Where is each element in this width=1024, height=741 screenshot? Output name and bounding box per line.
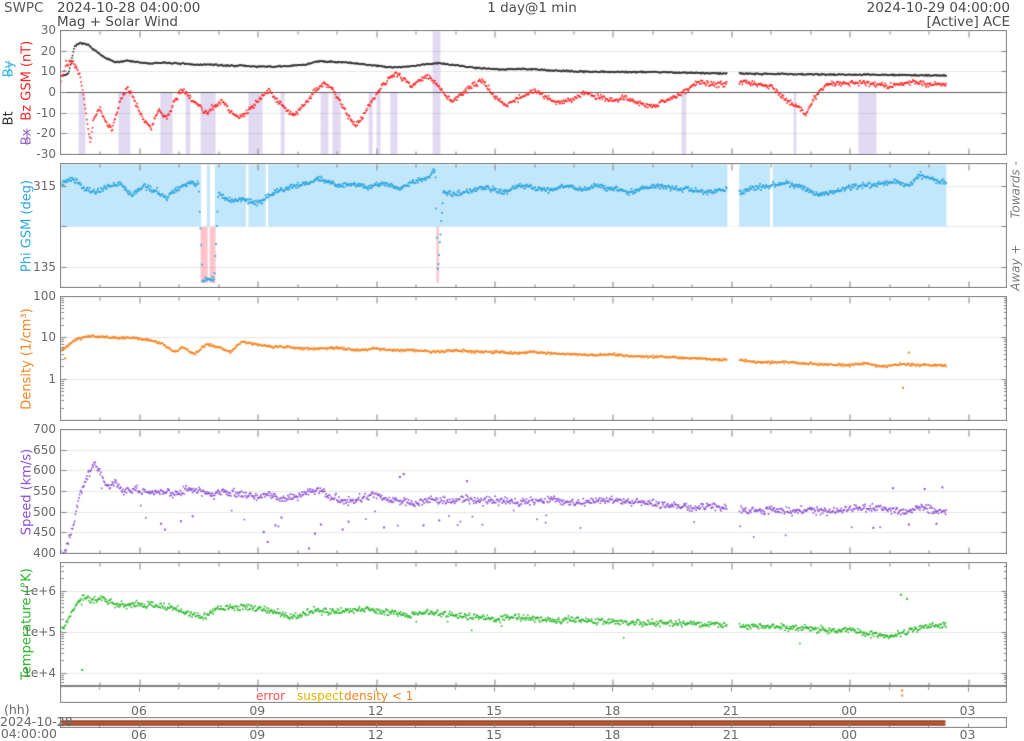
legend-suspect: suspect	[297, 689, 344, 703]
hour-label: 12	[367, 703, 384, 718]
hour-label: 09	[249, 727, 266, 741]
speed-canvas	[60, 429, 1007, 554]
hour-label: 15	[486, 727, 502, 741]
speed-panel	[60, 429, 1007, 554]
speed-axis-label-part: Speed (km/s)	[19, 448, 35, 535]
hour-label: 06	[130, 727, 147, 741]
hour-label: 00	[841, 703, 858, 718]
status-strip	[60, 717, 1007, 728]
mag-axis-label-part: Bz GSM (nT)	[19, 40, 35, 121]
hour-label: 00	[841, 727, 858, 741]
mag-ytick-label: -30	[36, 147, 56, 161]
density-axis-label: Density (1/cm³)	[19, 307, 35, 410]
hour-label: 15	[486, 703, 502, 718]
mag-axis-label-part: By	[1, 60, 17, 77]
mag-axis-label-part: Bx	[19, 128, 35, 145]
hour-label: 03	[959, 703, 976, 718]
sector-direction-text: Away +	[1008, 243, 1023, 291]
status-strip-canvas	[60, 717, 1007, 728]
mag-panel	[60, 30, 1007, 155]
density-axis-label-part: Density (1/cm³)	[19, 307, 35, 410]
footer-start-time: 04:00:00	[0, 726, 57, 741]
legend-density-lt1: density < 1	[344, 689, 414, 703]
temperature-axis-label: Temperature (°K)	[19, 568, 35, 680]
speed-axis-label: Speed (km/s)	[19, 448, 35, 535]
mag-axis-label-part: Bt	[1, 110, 17, 125]
legend-error: error	[256, 689, 286, 703]
phi-axis-label-part: Phi GSM (deg)	[19, 179, 35, 272]
hour-label: 21	[722, 727, 739, 741]
mag-canvas	[60, 30, 1007, 155]
hour-label: 12	[367, 727, 384, 741]
hour-label: 09	[249, 703, 266, 718]
mag-axis-label: Bx Bz GSM (nT)	[19, 40, 35, 145]
temperature-canvas	[60, 562, 1007, 686]
legend-panel-canvas	[60, 686, 1007, 703]
mag-axis-label: Bt By	[1, 60, 17, 125]
phi-panel	[60, 163, 1007, 288]
density-panel	[60, 296, 1007, 421]
sector-direction-text: Towards -	[1008, 160, 1023, 218]
plot-area: 30 20 10 0 -10 -20 -30 BtBy BxBz GSM (nT) 315 135 P…	[0, 0, 1024, 741]
hour-label: 21	[722, 703, 739, 718]
hour-label: 18	[604, 727, 621, 741]
phi-axis-label: Phi GSM (deg)	[19, 179, 35, 272]
speed-ytick-label: 700	[33, 422, 56, 436]
temperature-panel	[60, 562, 1007, 686]
speed-ytick-label: 400	[33, 546, 56, 560]
hour-label: 06	[130, 703, 147, 718]
phi-canvas	[60, 163, 1007, 288]
hour-label: 03	[959, 727, 976, 741]
hour-label: 18	[604, 703, 621, 718]
density-ytick-label: 100	[33, 289, 56, 303]
temperature-axis-label-part: Temperature (°K)	[19, 568, 35, 680]
sector-direction-label: Away + Towards -	[1008, 160, 1023, 291]
mag-ytick-label: 30	[40, 23, 56, 37]
legend-panel	[60, 686, 1007, 703]
density-canvas	[60, 296, 1007, 421]
